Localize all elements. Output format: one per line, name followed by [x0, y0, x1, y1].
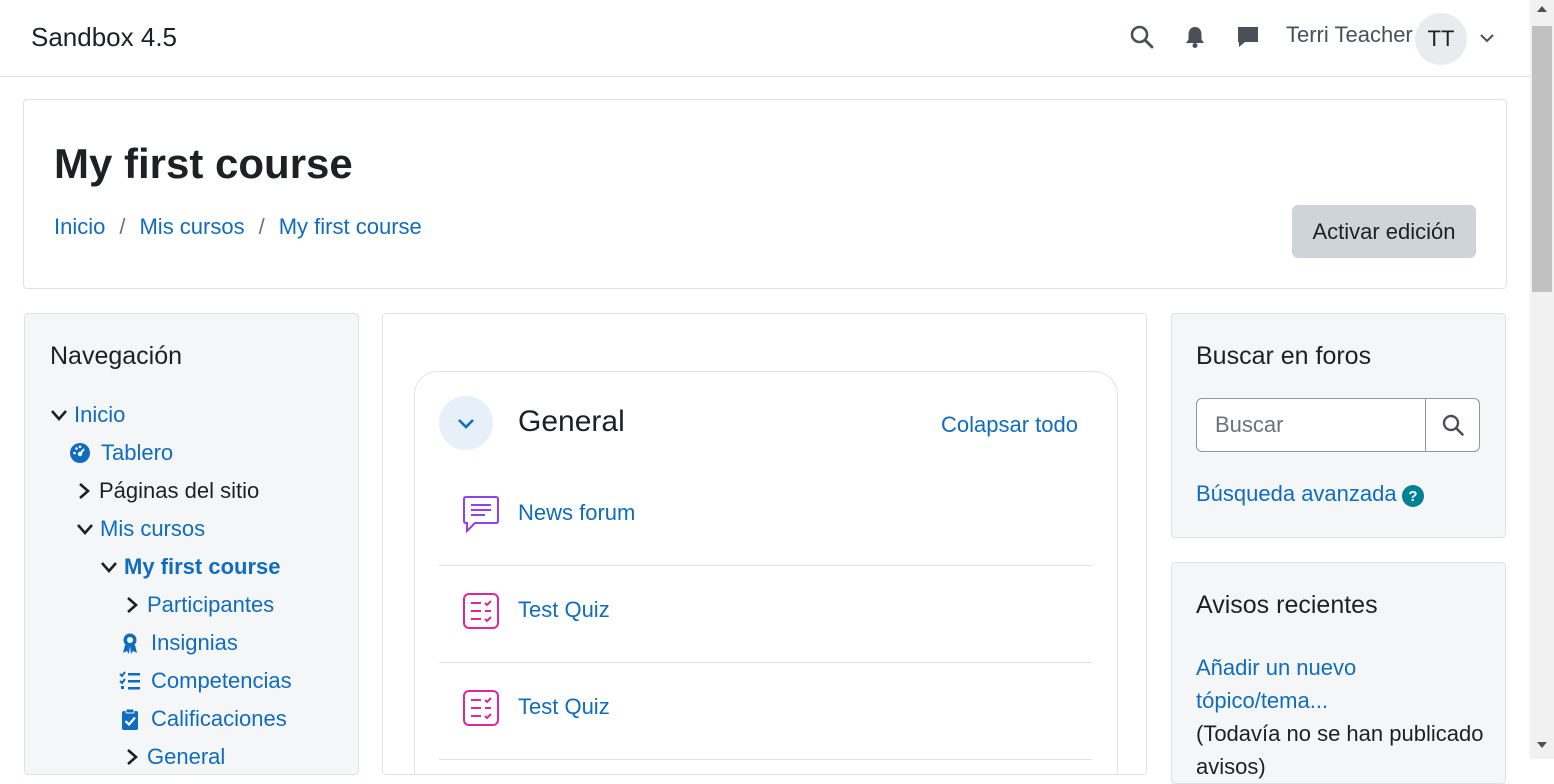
breadcrumb-item-my-courses[interactable]: Mis cursos — [139, 214, 244, 240]
forum-search-button[interactable] — [1426, 398, 1480, 452]
activity-item[interactable]: Test Quiz — [439, 663, 1092, 760]
collapse-all-link[interactable]: Colapsar todo — [941, 412, 1078, 438]
quiz-icon[interactable] — [461, 688, 501, 728]
nav-item-current-course[interactable]: My first course — [100, 554, 281, 580]
page-scrollbar[interactable] — [1530, 0, 1554, 759]
nav-item-label: Páginas del sitio — [99, 478, 260, 503]
activity-name-link[interactable]: Test Quiz — [518, 694, 610, 720]
search-forums-title: Buscar en foros — [1196, 342, 1372, 370]
latest-news-title: Avisos recientes — [1196, 591, 1378, 619]
breadcrumb-separator: / — [119, 214, 126, 239]
edit-mode-button[interactable]: Activar edición — [1292, 205, 1476, 258]
help-icon[interactable]: ? — [1402, 485, 1424, 507]
nav-item-label[interactable]: Participantes — [147, 592, 274, 618]
nav-item-label[interactable]: Inicio — [74, 402, 125, 428]
chevron-down-icon — [77, 524, 93, 535]
clipboard-check-icon — [122, 708, 138, 730]
nav-item-competencies[interactable]: Competencias — [119, 668, 292, 694]
nav-item-grades[interactable]: Calificaciones — [119, 706, 287, 732]
navigation-block-title: Navegación — [50, 342, 183, 370]
nav-item-participants[interactable]: Participantes — [123, 592, 274, 618]
forum-icon[interactable] — [461, 494, 501, 534]
chevron-down-icon — [101, 562, 117, 573]
nav-item-label[interactable]: Tablero — [101, 440, 173, 466]
nav-item-label[interactable]: Mis cursos — [100, 516, 205, 542]
nav-item-dashboard[interactable]: Tablero — [69, 440, 173, 466]
course-section-card: General Colapsar todo News forum Test Qu… — [414, 371, 1118, 774]
activity-item[interactable]: News forum — [439, 469, 1092, 566]
no-news-text: (Todavía no se han publicado avisos) — [1196, 721, 1484, 779]
breadcrumb-item-course[interactable]: My first course — [279, 214, 422, 240]
chevron-down-icon — [51, 410, 67, 421]
nav-item-site-pages[interactable]: Páginas del sitio — [75, 478, 259, 504]
nav-item-label[interactable]: Calificaciones — [151, 706, 287, 732]
nav-item-my-courses[interactable]: Mis cursos — [76, 516, 205, 542]
nav-item-badges[interactable]: Insignias — [119, 630, 238, 656]
breadcrumb-item-home[interactable]: Inicio — [54, 214, 105, 240]
dashboard-gauge-icon — [70, 443, 90, 463]
checklist-icon — [119, 671, 140, 690]
user-avatar[interactable]: TT — [1415, 13, 1467, 65]
chevron-down-icon[interactable] — [1478, 29, 1496, 47]
chevron-down-icon — [458, 419, 474, 429]
quiz-icon[interactable] — [461, 591, 501, 631]
search-icon — [1442, 414, 1464, 436]
scroll-up-arrow-icon[interactable] — [1537, 6, 1547, 12]
page-header: My first course Inicio / Mis cursos / My… — [23, 99, 1507, 289]
nav-item-home[interactable]: Inicio — [50, 402, 125, 428]
section-title: General — [518, 405, 625, 438]
forum-search-input[interactable] — [1196, 398, 1426, 452]
scroll-down-arrow-icon[interactable] — [1537, 742, 1547, 748]
nav-item-label[interactable]: Insignias — [151, 630, 238, 656]
chevron-right-icon — [127, 597, 138, 613]
nav-item-label[interactable]: General — [147, 744, 225, 770]
top-navbar: Sandbox 4.5 Terri Teacher TT — [0, 0, 1530, 77]
badge-award-icon — [123, 633, 137, 654]
forum-search-group — [1196, 398, 1480, 452]
search-icon[interactable] — [1129, 24, 1155, 50]
navigation-block: Navegación Inicio Tablero Páginas del si… — [24, 313, 359, 775]
nav-item-label[interactable]: Competencias — [151, 668, 292, 694]
nav-item-label[interactable]: My first course — [124, 554, 281, 580]
course-content-region: General Colapsar todo News forum Test Qu… — [382, 313, 1147, 775]
section-collapse-toggle[interactable] — [439, 396, 493, 450]
site-brand[interactable]: Sandbox 4.5 — [31, 22, 177, 53]
latest-news-block: Avisos recientes Añadir un nuevo tópico/… — [1171, 562, 1506, 784]
activity-name-link[interactable]: News forum — [518, 500, 635, 526]
chevron-right-icon — [127, 749, 138, 765]
nav-item-section-general[interactable]: General — [123, 744, 225, 770]
messages-chat-icon[interactable] — [1235, 24, 1261, 50]
breadcrumb-separator: / — [258, 214, 265, 239]
chevron-right-icon — [79, 483, 90, 499]
user-name[interactable]: Terri Teacher — [1286, 22, 1413, 48]
breadcrumb: Inicio / Mis cursos / My first course — [54, 214, 422, 240]
notifications-bell-icon[interactable] — [1182, 24, 1208, 50]
add-new-topic-link[interactable]: Añadir un nuevo tópico/tema... — [1196, 651, 1456, 717]
advanced-search-link[interactable]: Búsqueda avanzada — [1196, 481, 1397, 507]
scroll-thumb[interactable] — [1532, 26, 1552, 292]
search-forums-block: Buscar en foros Búsqueda avanzada ? — [1171, 313, 1506, 538]
page-title: My first course — [54, 140, 353, 187]
activity-name-link[interactable]: Test Quiz — [518, 597, 610, 623]
activity-item[interactable]: Test Quiz — [439, 566, 1092, 663]
